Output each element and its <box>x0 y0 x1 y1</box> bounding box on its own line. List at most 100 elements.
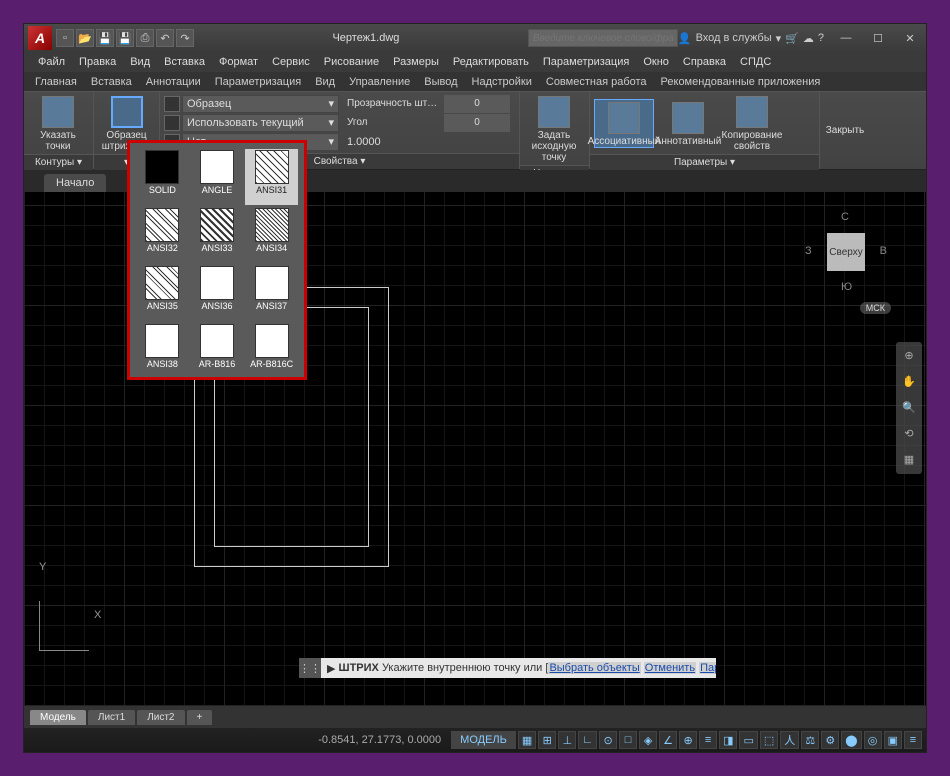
nav-orbit-icon[interactable]: ⟲ <box>899 424 919 444</box>
nav-zoom-icon[interactable]: 🔍 <box>899 398 919 418</box>
nav-show-icon[interactable]: ▦ <box>899 450 919 470</box>
saveas-icon[interactable]: 💾 <box>116 29 134 47</box>
add-layout-button[interactable]: + <box>187 710 213 725</box>
pattern-ANSI37[interactable]: ANSI37 <box>245 265 298 321</box>
exchange-icon[interactable]: 🛒 <box>785 32 799 45</box>
pattern-ANSI38[interactable]: ANSI38 <box>136 323 189 379</box>
transp-input[interactable]: 0 <box>444 95 510 113</box>
cmd-input[interactable]: ▶ ШТРИХ Укажите внутреннюю точку или [ В… <box>321 658 716 678</box>
plot-icon[interactable]: ⎙ <box>136 29 154 47</box>
cmd-handle-icon[interactable]: ⋮⋮ <box>299 658 321 678</box>
save-icon[interactable]: 💾 <box>96 29 114 47</box>
menu-СПДС[interactable]: СПДС <box>734 54 777 70</box>
ortho-toggle-icon[interactable]: ∟ <box>578 731 597 749</box>
pattern-ANSI33[interactable]: ANSI33 <box>191 207 244 263</box>
pattern-ANSI32[interactable]: ANSI32 <box>136 207 189 263</box>
new-icon[interactable]: ▫ <box>56 29 74 47</box>
app-logo-icon[interactable]: A <box>28 26 52 50</box>
menu-Вставка[interactable]: Вставка <box>158 54 211 70</box>
pattern-ANSI34[interactable]: ANSI34 <box>245 207 298 263</box>
file-tab-start[interactable]: Начало <box>44 174 106 192</box>
ribbon-tab[interactable]: Главная <box>28 73 84 91</box>
associative-button[interactable]: Ассоциативный <box>594 99 654 148</box>
command-line[interactable]: ⋮⋮ ▶ ШТРИХ Укажите внутреннюю точку или … <box>299 658 716 678</box>
panel-options-title[interactable]: Параметры <box>590 154 819 170</box>
3dosnap-toggle-icon[interactable]: ◈ <box>639 731 657 749</box>
menu-Окно[interactable]: Окно <box>637 54 675 70</box>
custom-icon[interactable]: ≡ <box>904 731 922 749</box>
polar-toggle-icon[interactable]: ⊙ <box>599 731 617 749</box>
ribbon-tab[interactable]: Управление <box>342 73 417 91</box>
ribbon-tab[interactable]: Вид <box>308 73 342 91</box>
osnap-toggle-icon[interactable]: □ <box>619 731 637 749</box>
tpy-toggle-icon[interactable]: ◨ <box>719 731 737 749</box>
maximize-button[interactable]: ☐ <box>866 32 890 45</box>
open-icon[interactable]: 📂 <box>76 29 94 47</box>
viewcube[interactable]: С Ю В З Сверху <box>801 207 891 297</box>
help-icon[interactable]: ? <box>818 32 824 44</box>
hatch-color-dropdown[interactable]: Использовать текущий▾ <box>182 114 339 132</box>
grid-toggle-icon[interactable]: ▦ <box>518 731 536 749</box>
pattern-ANSI36[interactable]: ANSI36 <box>191 265 244 321</box>
qp-toggle-icon[interactable]: ▭ <box>739 731 757 749</box>
otrack-toggle-icon[interactable]: ∠ <box>659 731 677 749</box>
cmd-option-select[interactable]: Выбрать объекты <box>548 662 640 674</box>
menu-Параметризация[interactable]: Параметризация <box>537 54 635 70</box>
pattern-ANSI31[interactable]: ANSI31 <box>245 149 298 205</box>
layout-tab[interactable]: Лист1 <box>88 710 135 725</box>
minimize-button[interactable]: — <box>834 32 858 45</box>
menu-Сервис[interactable]: Сервис <box>266 54 316 70</box>
menu-Файл[interactable]: Файл <box>32 54 71 70</box>
menu-Вид[interactable]: Вид <box>124 54 156 70</box>
undo-icon[interactable]: ↶ <box>156 29 174 47</box>
pattern-ANGLE[interactable]: ANGLE <box>191 149 244 205</box>
annotative-button[interactable]: Аннотативный <box>658 100 718 147</box>
nav-wheel-icon[interactable]: ⊕ <box>899 346 919 366</box>
search-input[interactable] <box>528 29 678 47</box>
panel-contours-title[interactable]: Контуры <box>24 154 93 170</box>
redo-icon[interactable]: ↷ <box>176 29 194 47</box>
nav-pan-icon[interactable]: ✋ <box>899 372 919 392</box>
viewcube-top[interactable]: Сверху <box>827 233 865 271</box>
user-icon[interactable]: 👤 <box>678 32 692 45</box>
match-props-button[interactable]: Копирование свойств <box>722 94 782 152</box>
ribbon-tab[interactable]: Вывод <box>417 73 464 91</box>
ribbon-tab[interactable]: Вставка <box>84 73 139 91</box>
set-origin-button[interactable]: Задать исходную точку <box>524 94 584 163</box>
cmd-option-undo[interactable]: Отменить <box>644 662 696 674</box>
layout-tab[interactable]: Модель <box>30 710 86 725</box>
pattern-AR-B816C[interactable]: AR-B816C <box>245 323 298 379</box>
lwt-toggle-icon[interactable]: ≡ <box>699 731 717 749</box>
model-space-button[interactable]: МОДЕЛЬ <box>451 731 516 749</box>
menu-Справка[interactable]: Справка <box>677 54 732 70</box>
layout-tab[interactable]: Лист2 <box>137 710 184 725</box>
coord-system-badge[interactable]: МСК <box>860 302 891 314</box>
menu-Правка[interactable]: Правка <box>73 54 122 70</box>
clean-icon[interactable]: ▣ <box>884 731 902 749</box>
menu-Формат[interactable]: Формат <box>213 54 264 70</box>
ws-icon[interactable]: ⚙ <box>821 731 839 749</box>
pattern-SOLID[interactable]: SOLID <box>136 149 189 205</box>
sc-toggle-icon[interactable]: ⬚ <box>760 731 778 749</box>
isolate-icon[interactable]: ◎ <box>864 731 882 749</box>
ribbon-tab[interactable]: Совместная работа <box>539 73 654 91</box>
menu-Рисование[interactable]: Рисование <box>318 54 385 70</box>
infer-toggle-icon[interactable]: ⊥ <box>558 731 576 749</box>
annoscale-icon[interactable]: ⚖ <box>801 731 819 749</box>
dyn-toggle-icon[interactable]: ⊕ <box>679 731 697 749</box>
hatch-type-dropdown[interactable]: Образец▾ <box>182 95 339 113</box>
scale-input[interactable]: 1.0000 <box>347 136 510 148</box>
snap-toggle-icon[interactable]: ⊞ <box>538 731 556 749</box>
angle-input[interactable]: 0 <box>444 114 510 132</box>
ribbon-tab[interactable]: Аннотации <box>139 73 208 91</box>
pattern-ANSI35[interactable]: ANSI35 <box>136 265 189 321</box>
cloud-icon[interactable]: ☁ <box>803 32 814 45</box>
login-link[interactable]: Вход в службы <box>696 32 772 44</box>
menu-Размеры[interactable]: Размеры <box>387 54 445 70</box>
annomon-icon[interactable]: 人 <box>780 731 799 749</box>
close-button[interactable]: ✕ <box>898 32 922 45</box>
ribbon-tab[interactable]: Параметризация <box>208 73 308 91</box>
cmd-option-settings[interactable]: Параметры <box>699 662 716 674</box>
hardware-icon[interactable]: ⬤ <box>841 731 861 749</box>
ribbon-tab[interactable]: Рекомендованные приложения <box>654 73 828 91</box>
